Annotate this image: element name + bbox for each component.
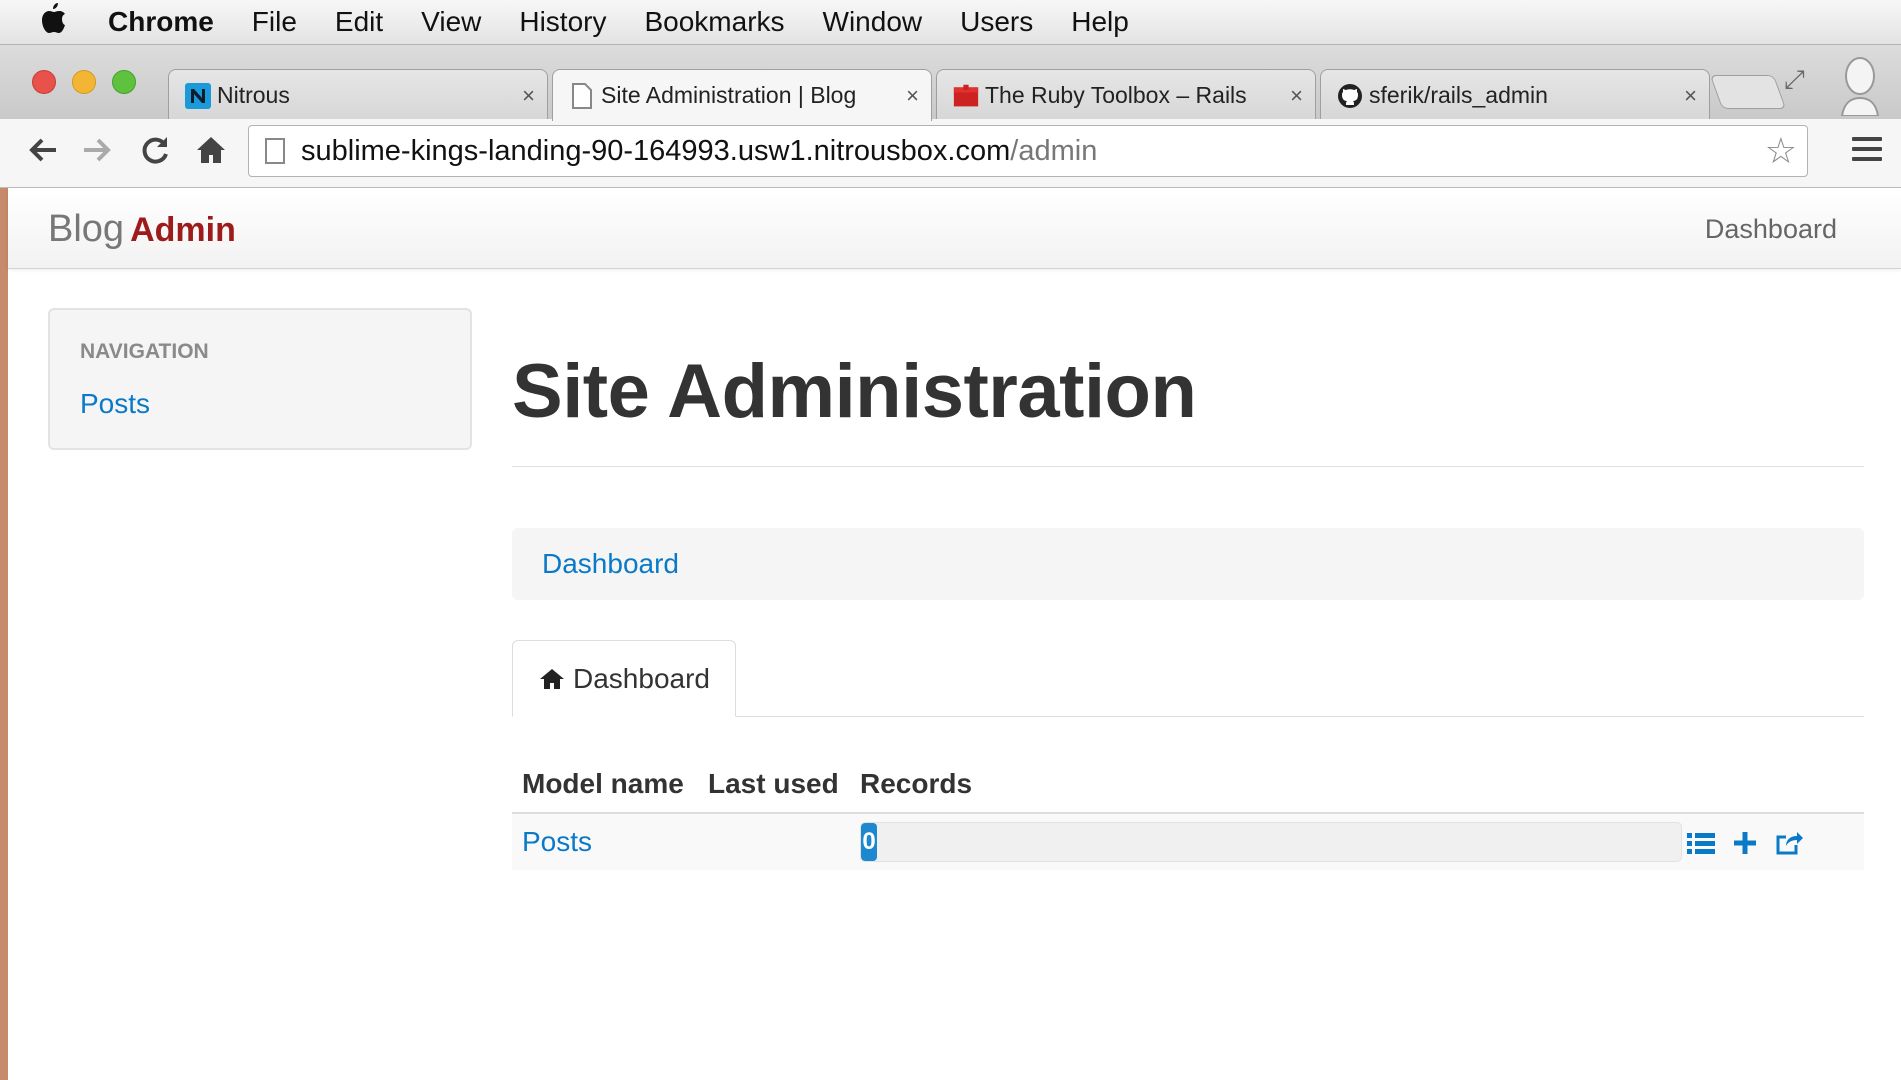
table-header: Model name Last used Records	[512, 752, 1864, 814]
export-icon[interactable]	[1774, 828, 1804, 858]
navbar-dashboard-link[interactable]: Dashboard	[1705, 214, 1837, 245]
nitrous-logo-icon	[185, 82, 211, 109]
brand-link[interactable]: Blog Admin	[48, 208, 236, 251]
menu-view[interactable]: View	[421, 6, 481, 38]
menu-users[interactable]: Users	[960, 6, 1033, 38]
tab-bar: Dashboard	[512, 640, 1864, 717]
table-row: Posts 0	[512, 814, 1864, 870]
menu-edit[interactable]: Edit	[335, 6, 383, 38]
title-divider	[512, 466, 1864, 467]
bookmark-star-icon[interactable]: ☆	[1765, 130, 1797, 172]
tab-site-administration[interactable]: Site Administration | Blog ×	[552, 69, 932, 121]
add-icon[interactable]	[1730, 828, 1760, 858]
address-host: sublime-kings-landing-90-164993.usw1.nit…	[301, 134, 1011, 167]
breadcrumb: Dashboard	[512, 528, 1864, 600]
menu-file[interactable]: File	[252, 6, 297, 38]
list-icon[interactable]	[1686, 828, 1716, 858]
sidebar-header: NAVIGATION	[80, 340, 209, 363]
close-window-button[interactable]	[32, 70, 56, 94]
apple-menu-icon[interactable]	[38, 1, 78, 43]
column-records: Records	[860, 768, 973, 799]
menu-history[interactable]: History	[519, 6, 606, 38]
sidebar-navigation: NAVIGATION Posts	[48, 308, 472, 450]
page-icon	[265, 138, 285, 164]
brand-strong: Admin	[130, 211, 236, 249]
tab-close-icon[interactable]: ×	[906, 83, 919, 109]
tab-dashboard[interactable]: Dashboard	[512, 640, 736, 717]
tab-nitrous[interactable]: Nitrous ×	[168, 69, 548, 121]
profile-avatar-icon[interactable]	[1838, 56, 1882, 117]
page-icon	[569, 82, 595, 109]
column-last-used: Last used	[708, 768, 839, 799]
fullscreen-icon[interactable]: ⤢	[1784, 64, 1805, 96]
new-tab-button[interactable]	[1709, 75, 1787, 109]
browser-toolbar: sublime-kings-landing-90-164993.usw1.nit…	[0, 119, 1901, 188]
admin-navbar: Blog Admin Dashboard	[8, 188, 1901, 269]
breadcrumb-dashboard-link[interactable]: Dashboard	[542, 548, 679, 579]
home-icon	[540, 668, 564, 689]
models-table: Model name Last used Records Posts 0	[512, 752, 1864, 870]
menu-app-chrome[interactable]: Chrome	[108, 6, 214, 38]
address-bar[interactable]: sublime-kings-landing-90-164993.usw1.nit…	[248, 125, 1808, 177]
tab-dashboard-label: Dashboard	[573, 662, 710, 694]
tab-ruby-toolbox[interactable]: The Ruby Toolbox – Rails ×	[936, 69, 1316, 121]
github-icon	[1337, 83, 1363, 109]
tab-close-icon[interactable]: ×	[1290, 83, 1303, 109]
menu-help[interactable]: Help	[1071, 6, 1129, 38]
column-model-name: Model name	[522, 768, 684, 799]
model-link-posts[interactable]: Posts	[522, 826, 592, 858]
ruby-toolbox-icon	[953, 83, 979, 109]
menu-window[interactable]: Window	[823, 6, 923, 38]
sidebar-item-posts[interactable]: Posts	[80, 388, 150, 420]
minimize-window-button[interactable]	[72, 70, 96, 94]
tab-close-icon[interactable]: ×	[1684, 83, 1697, 109]
tab-close-icon[interactable]: ×	[522, 83, 535, 109]
browser-tab-strip: Nitrous × Site Administration | Blog × T…	[0, 45, 1901, 121]
address-path: /admin	[1010, 134, 1098, 167]
back-icon[interactable]	[26, 133, 60, 173]
brand-text: Blog	[48, 208, 125, 250]
chrome-menu-icon[interactable]	[1852, 137, 1882, 167]
page-content: Blog Admin Dashboard NAVIGATION Posts Sit…	[0, 188, 1901, 1080]
menu-bookmarks[interactable]: Bookmarks	[644, 6, 784, 38]
forward-icon[interactable]	[80, 133, 114, 173]
home-icon[interactable]	[194, 133, 228, 173]
records-progress-bar: 0	[860, 822, 1682, 862]
tab-github-rails-admin[interactable]: sferik/rails_admin ×	[1320, 69, 1710, 121]
zoom-window-button[interactable]	[112, 70, 136, 94]
records-count: 0	[861, 823, 877, 861]
macos-menu-bar: Chrome File Edit View History Bookmarks …	[0, 0, 1901, 45]
page-title: Site Administration	[512, 349, 1197, 434]
reload-icon[interactable]	[138, 133, 172, 173]
